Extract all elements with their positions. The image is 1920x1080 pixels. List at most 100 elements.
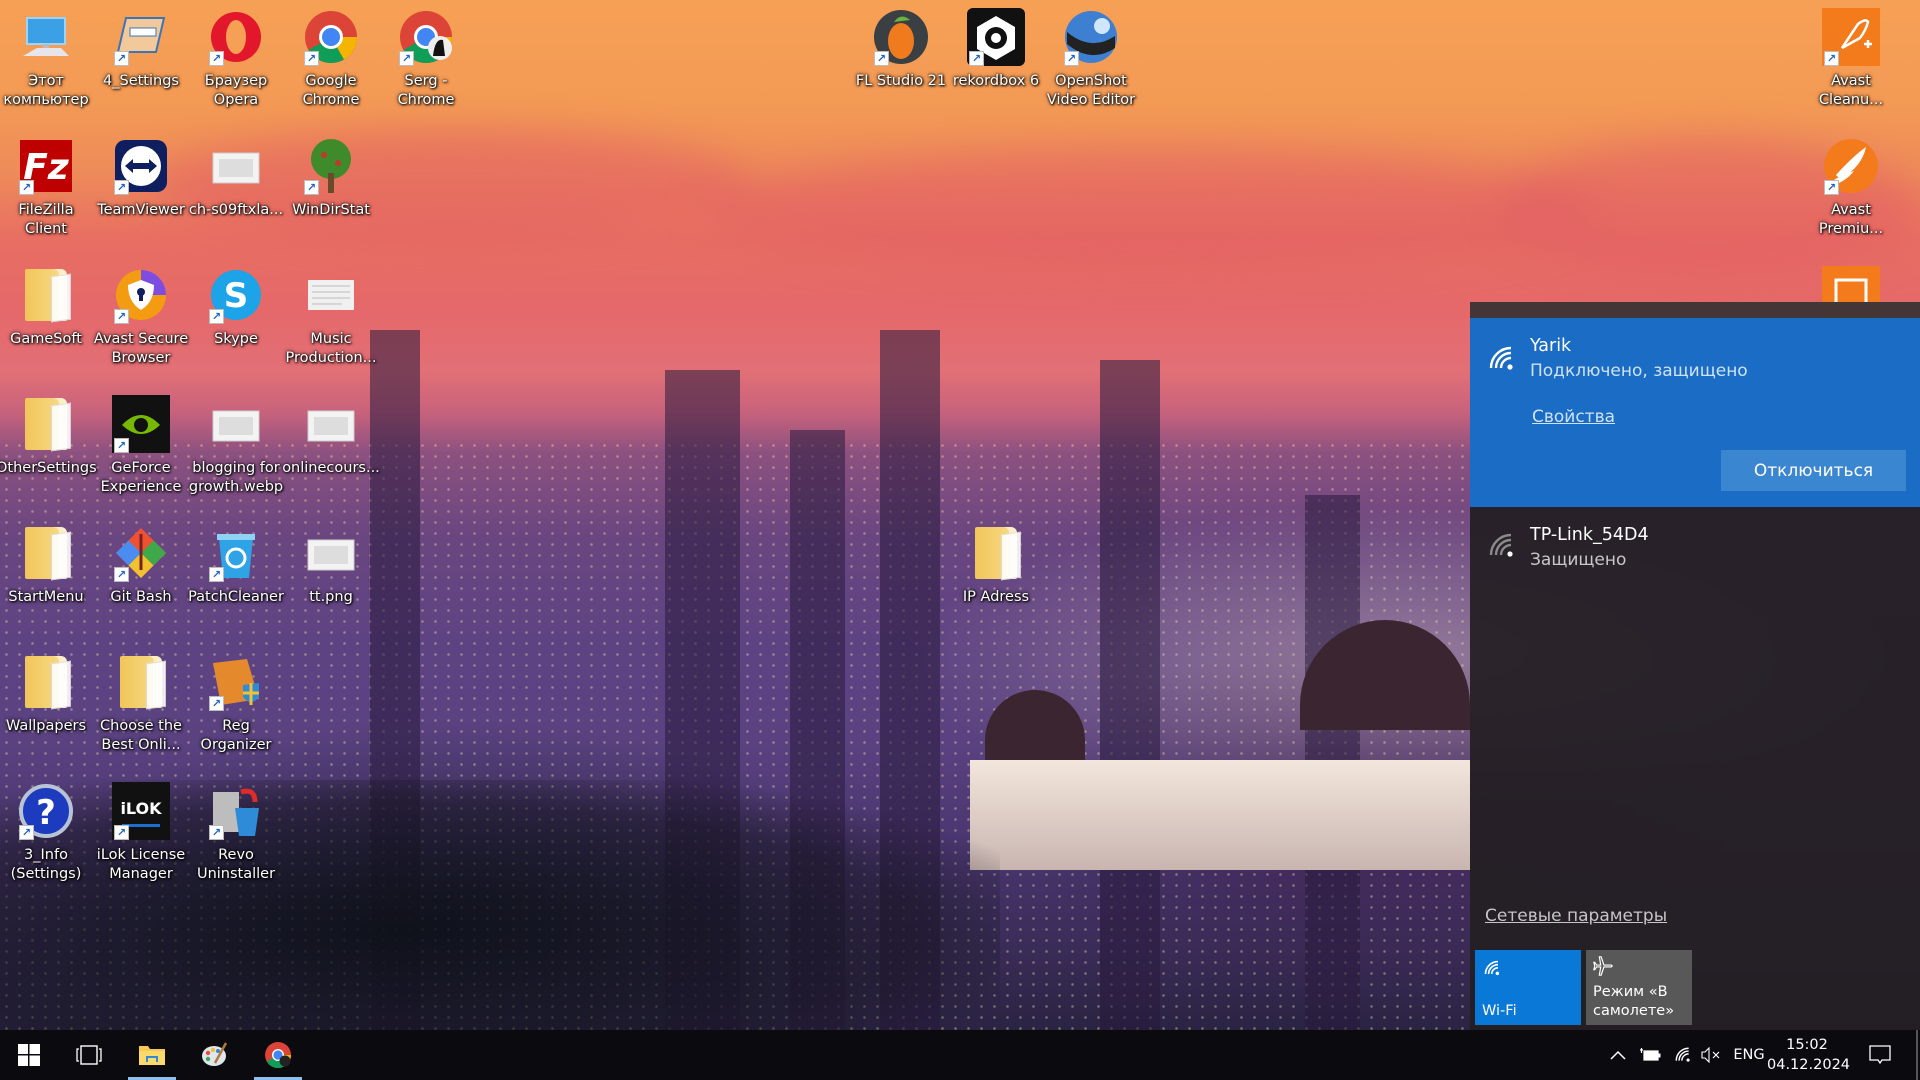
desktop-icon[interactable]: blogging for growth.webp <box>189 395 283 497</box>
desktop-icon-label: Choose the Best Onli... <box>100 718 182 753</box>
windirstat-icon: ↗ <box>302 137 360 195</box>
ilok-icon: iLOK ↗ <box>112 782 170 840</box>
wifi-tray-icon <box>1675 1047 1690 1062</box>
taskbar-file-explorer[interactable] <box>124 1030 180 1080</box>
desktop-icon[interactable]: ↗ WinDirStat <box>285 137 377 220</box>
folder-icon <box>17 524 75 582</box>
desktop-icon[interactable]: iLOK ↗ iLok License Manager <box>95 782 187 884</box>
desktop-icon[interactable]: ? ↗ 3_Info (Settings) <box>0 782 92 884</box>
rekordbox-icon: ↗ <box>967 8 1025 66</box>
show-hidden-icons-button[interactable] <box>1605 1030 1631 1080</box>
filezilla-icon: Fz ↗ <box>17 137 75 195</box>
desktop-icon-label: iLok License Manager <box>96 847 186 882</box>
disconnect-button[interactable]: Отключиться <box>1721 450 1906 491</box>
observatory-building <box>970 760 1470 870</box>
shortcut-arrow-icon: ↗ <box>114 309 129 324</box>
desktop-icon[interactable]: Fz ↗ FileZilla Client <box>0 137 92 239</box>
shortcut-arrow-icon: ↗ <box>1824 51 1839 66</box>
desktop-icon[interactable]: ch-s09ftxla... <box>189 137 283 220</box>
desktop-icon[interactable]: onlinecours... <box>282 395 380 478</box>
action-center-button[interactable] <box>1862 1030 1898 1080</box>
desktop-icon[interactable]: IP Adress <box>950 524 1042 607</box>
wifi-signal-weak-icon <box>1489 533 1513 557</box>
image-file-icon <box>207 137 265 195</box>
settings-shortcut-icon: ↗ <box>112 8 170 66</box>
taskbar-google-chrome[interactable] <box>250 1030 306 1080</box>
desktop-icon[interactable]: ↗ rekordbox 6 <box>950 8 1042 91</box>
taskbar-paint[interactable] <box>186 1030 244 1080</box>
help-icon: ? ↗ <box>17 782 75 840</box>
task-view-button[interactable] <box>60 1030 118 1080</box>
task-view-icon <box>76 1045 102 1065</box>
desktop-icon[interactable]: ↗ Git Bash <box>95 524 187 607</box>
desktop-icon[interactable]: ↗ Serg - Chrome <box>380 8 472 110</box>
desktop-icon-label: 4_Settings <box>103 73 179 89</box>
desktop-icon[interactable]: ↗ Avast Premiu... <box>1805 137 1897 239</box>
desktop-icon-label: Skype <box>214 331 258 347</box>
desktop-icon[interactable]: S ↗ Skype <box>190 266 282 349</box>
desktop-icon[interactable]: GameSoft <box>0 266 92 349</box>
network-item-connected[interactable]: Yarik Подключено, защищено Свойства Откл… <box>1470 318 1920 507</box>
shortcut-arrow-icon: ↗ <box>304 51 319 66</box>
desktop-icon[interactable]: Choose the Best Onli... <box>95 653 187 755</box>
clock-time: 15:02 <box>1786 1037 1828 1053</box>
desktop-icon[interactable]: ↗ GeForce Experience <box>95 395 187 497</box>
image-file-icon <box>302 395 360 453</box>
network-properties-link[interactable]: Свойства <box>1532 407 1615 427</box>
desktop-icon[interactable]: ↗ Браузер Opera <box>190 8 282 110</box>
desktop-icon-label: Avast Secure Browser <box>93 331 189 366</box>
git-bash-icon: ↗ <box>112 524 170 582</box>
nvidia-icon: ↗ <box>112 395 170 453</box>
wifi-toggle-button[interactable]: Wi-Fi <box>1475 950 1581 1025</box>
network-tray-button[interactable] <box>1670 1030 1696 1080</box>
input-language-indicator[interactable]: ENG <box>1732 1030 1766 1080</box>
network-item-available[interactable]: TP-Link_54D4 Защищено <box>1470 507 1920 581</box>
desktop-icon[interactable]: Wallpapers <box>0 653 92 736</box>
network-settings-link[interactable]: Сетевые параметры <box>1485 906 1667 926</box>
desktop-icon[interactable]: ↗ FL Studio 21 <box>855 8 947 91</box>
desktop-icon[interactable]: ↗ Reg Organizer <box>190 653 282 755</box>
desktop-icon[interactable]: ↗ Avast Cleanu... <box>1805 8 1897 110</box>
chrome-icon: ↗ <box>302 8 360 66</box>
desktop-icon-label: GeForce Experience <box>100 460 182 495</box>
desktop-icon[interactable]: ↗ Revo Uninstaller <box>190 782 282 884</box>
start-button[interactable] <box>0 1030 58 1080</box>
skype-icon: S ↗ <box>207 266 265 324</box>
folder-icon <box>17 395 75 453</box>
desktop-icon[interactable]: ↗ TeamViewer <box>95 137 187 220</box>
avast-browser-icon: ↗ <box>112 266 170 324</box>
wallpaper-cloud <box>700 150 1600 270</box>
battery-tray-button[interactable] <box>1636 1030 1664 1080</box>
desktop-icon-label: rekordbox 6 <box>952 73 1040 89</box>
desktop-icon[interactable]: ↗ OpenShot Video Editor <box>1045 8 1137 110</box>
fl-studio-icon: ↗ <box>872 8 930 66</box>
this-pc-icon <box>17 8 75 66</box>
desktop-icon[interactable]: ↗ Avast Secure Browser <box>94 266 188 368</box>
desktop-icon[interactable]: ↗ Google Chrome <box>285 8 377 110</box>
revo-uninstaller-icon: ↗ <box>207 782 265 840</box>
image-file-icon <box>207 395 265 453</box>
desktop-icon[interactable]: ↗ 4_Settings <box>95 8 187 91</box>
shortcut-arrow-icon: ↗ <box>399 51 414 66</box>
clock[interactable]: 15:02 04.12.2024 <box>1767 1035 1850 1075</box>
desktop-icon[interactable]: ↗ PatchCleaner <box>188 524 284 607</box>
desktop-icon-label: FL Studio 21 <box>855 73 947 89</box>
airplane-icon <box>1593 956 1613 976</box>
desktop-icon[interactable]: Этот компьютер <box>0 8 92 110</box>
desktop-icon[interactable]: Music Production... <box>285 266 377 368</box>
opera-icon: ↗ <box>207 8 265 66</box>
desktop-icon-label: GameSoft <box>10 331 82 347</box>
volume-tray-button[interactable] <box>1698 1030 1724 1080</box>
desktop-icon[interactable]: OtherSettings <box>0 395 97 478</box>
network-status: Подключено, защищено <box>1530 361 1748 381</box>
desktop-icon-label: Revo Uninstaller <box>196 847 276 882</box>
desktop-icon[interactable]: tt.png <box>285 524 377 607</box>
flyout-top-bar <box>1470 302 1920 318</box>
airplane-mode-button[interactable]: Режим «В самолете» <box>1586 950 1692 1025</box>
show-desktop-button[interactable] <box>1916 1030 1918 1080</box>
shortcut-arrow-icon: ↗ <box>209 309 224 324</box>
desktop-icon-label: Avast Cleanu... <box>1818 73 1884 108</box>
network-ssid: Yarik <box>1530 336 1572 356</box>
desktop-icon[interactable]: StartMenu <box>0 524 92 607</box>
recycle-bin-icon: ↗ <box>207 524 265 582</box>
